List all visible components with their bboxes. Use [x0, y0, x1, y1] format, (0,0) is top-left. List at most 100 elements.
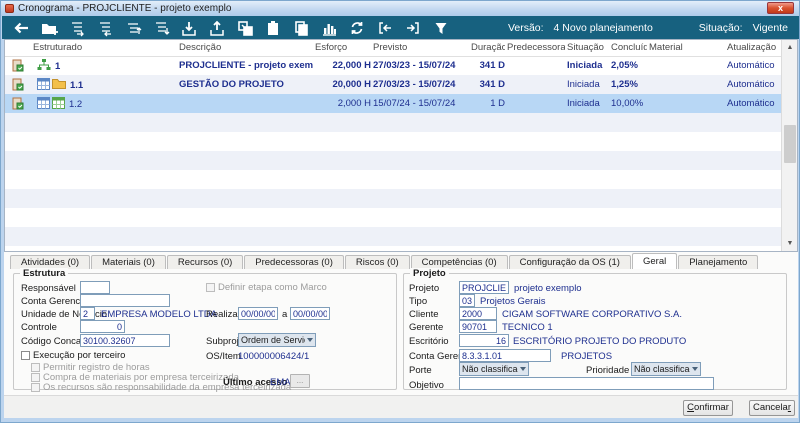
- outline-outdent-icon[interactable]: [92, 18, 118, 38]
- expand-level-icon[interactable]: [400, 18, 426, 38]
- situation-value: Vigente: [753, 22, 788, 34]
- add-stage-icon[interactable]: [36, 18, 62, 38]
- cell-previsto: 27/03/23 - 15/07/24: [371, 75, 469, 94]
- column-header-material[interactable]: Material: [647, 40, 725, 56]
- chevron-down-icon: [692, 367, 698, 371]
- tab-compet-ncias-0[interactable]: Competências (0): [411, 255, 508, 269]
- unidade-negocio-input[interactable]: [80, 307, 95, 320]
- tab-materiais-0[interactable]: Materiais (0): [91, 255, 166, 269]
- table-blue-folder-icon: [37, 78, 66, 90]
- chevron-down-icon: [307, 338, 313, 342]
- tab-predecessoras-0[interactable]: Predecessoras (0): [244, 255, 344, 269]
- refresh-icon[interactable]: [344, 18, 370, 38]
- footer: Confirmar Cancelar: [4, 395, 798, 418]
- cell-predecessoras: [505, 94, 565, 113]
- prioridade-select[interactable]: Não classificada: [631, 362, 701, 376]
- scroll-up-icon[interactable]: ▲: [782, 40, 798, 55]
- responsavel-input[interactable]: [80, 281, 110, 294]
- cell-atualizacao: Automático: [725, 94, 781, 113]
- browse-button[interactable]: ...: [290, 374, 310, 388]
- os-sheet-icon: [11, 59, 24, 72]
- subprojeto-select[interactable]: Ordem de Serviço: [238, 333, 316, 347]
- controle-label: Controle: [21, 322, 57, 333]
- filter-icon[interactable]: [428, 18, 454, 38]
- conta-gerencial-input[interactable]: [80, 294, 170, 307]
- close-button[interactable]: x: [767, 2, 794, 14]
- empty-row: [5, 189, 781, 208]
- column-header-descri-o[interactable]: Descrição: [177, 40, 313, 56]
- execucao-terceiro-checkbox[interactable]: Execução por terceiro: [21, 350, 125, 361]
- cell-descricao: GESTÃO DO PROJETO: [177, 75, 313, 94]
- outline-move-up-icon[interactable]: [120, 18, 146, 38]
- version-value: 4 Novo planejamento: [554, 22, 653, 34]
- tab-atividades-0[interactable]: Atividades (0): [10, 255, 90, 269]
- table-blue-table-green-icon: [37, 97, 65, 109]
- gantt-chart-icon[interactable]: [316, 18, 342, 38]
- column-header-esfor-o[interactable]: Esforço: [313, 40, 371, 56]
- gerente-input[interactable]: [459, 320, 497, 333]
- column-header-previsto[interactable]: Previsto: [371, 40, 469, 56]
- import-icon[interactable]: [176, 18, 202, 38]
- conta-gerencial-projeto-name: PROJETOS: [561, 351, 612, 362]
- conta-gerencial-projeto-input[interactable]: [459, 349, 551, 362]
- table-row[interactable]: 1.22,000 H15/07/24 - 15/07/241 DIniciada…: [5, 94, 781, 113]
- projeto-label: Projeto: [409, 283, 439, 294]
- objetivo-label: Objetivo: [409, 380, 444, 391]
- window-title: Cronograma - PROJCLIENTE - projeto exemp…: [18, 3, 231, 14]
- cell-descricao: PROJCLIENTE - projeto exemplo: [177, 56, 313, 75]
- column-header-dura-o[interactable]: Duração: [469, 40, 505, 56]
- column-header-conclu-do[interactable]: Concluído: [609, 40, 647, 56]
- table-row[interactable]: 1.1GESTÃO DO PROJETO20,000 H27/03/23 - 1…: [5, 75, 781, 94]
- column-row-gutter: [5, 40, 31, 56]
- column-header-predecessoras[interactable]: Predecessoras: [505, 40, 565, 56]
- os-sheet-icon: [11, 97, 24, 110]
- cell-situacao: Iniciada: [565, 94, 609, 113]
- cliente-name: CIGAM SOFTWARE CORPORATIVO S.A.: [502, 309, 682, 320]
- scroll-down-icon[interactable]: ▼: [782, 236, 798, 251]
- outline-move-down-icon[interactable]: [148, 18, 174, 38]
- column-header-estruturado[interactable]: Estruturado: [31, 40, 177, 56]
- column-header-atualiza-o[interactable]: Atualização: [725, 40, 781, 56]
- tab-recursos-0[interactable]: Recursos (0): [167, 255, 243, 269]
- cliente-input[interactable]: [459, 307, 497, 320]
- controle-input[interactable]: [80, 320, 125, 333]
- escritorio-input[interactable]: [459, 334, 509, 347]
- outline-indent-icon[interactable]: [64, 18, 90, 38]
- cell-esforco: 2,000 H: [313, 94, 371, 113]
- export-icon[interactable]: [204, 18, 230, 38]
- objetivo-input[interactable]: [459, 377, 714, 390]
- codigo-concatenado-input[interactable]: [80, 334, 170, 347]
- tab-configura-o-da-os-1[interactable]: Configuração da OS (1): [509, 255, 631, 269]
- cell-predecessoras: [505, 56, 565, 75]
- vertical-scrollbar[interactable]: ▲ ▼: [781, 40, 797, 251]
- column-header-situa-o[interactable]: Situação: [565, 40, 609, 56]
- scroll-thumb[interactable]: [784, 125, 796, 163]
- cell-duracao: 341 D: [469, 75, 505, 94]
- collapse-level-icon[interactable]: [372, 18, 398, 38]
- tab-geral[interactable]: Geral: [632, 253, 677, 269]
- tab-riscos-0[interactable]: Riscos (0): [345, 255, 410, 269]
- projeto-input[interactable]: [459, 281, 509, 294]
- paste-icon[interactable]: [260, 18, 286, 38]
- geral-tab-page: Estrutura Responsável Definir etapa como…: [4, 269, 798, 395]
- confirmar-button[interactable]: Confirmar: [683, 400, 733, 416]
- cell-concluido: 10,00%: [609, 94, 647, 113]
- cell-situacao: Iniciada: [565, 75, 609, 94]
- transfer-icon[interactable]: [232, 18, 258, 38]
- tipo-input[interactable]: [459, 294, 475, 307]
- version-label: Versão:: [508, 22, 544, 34]
- realizado-to-input[interactable]: [290, 307, 330, 320]
- empty-row: [5, 132, 781, 151]
- situation-label: Situação:: [699, 22, 743, 34]
- ultimo-acesso-value: EMA: [270, 377, 291, 388]
- porte-label: Porte: [409, 365, 432, 376]
- os-item-label: OS/Item: [206, 351, 241, 362]
- realizado-from-input[interactable]: [238, 307, 278, 320]
- table-row[interactable]: 1PROJCLIENTE - projeto exemplo22,000 H27…: [5, 56, 781, 75]
- cancelar-button[interactable]: Cancelar: [749, 400, 795, 416]
- porte-select[interactable]: Não classificado: [459, 362, 529, 376]
- tab-planejamento[interactable]: Planejamento: [678, 255, 758, 269]
- back-icon[interactable]: [8, 18, 34, 38]
- copy-icon[interactable]: [288, 18, 314, 38]
- definir-marco-checkbox: Definir etapa como Marco: [206, 282, 327, 293]
